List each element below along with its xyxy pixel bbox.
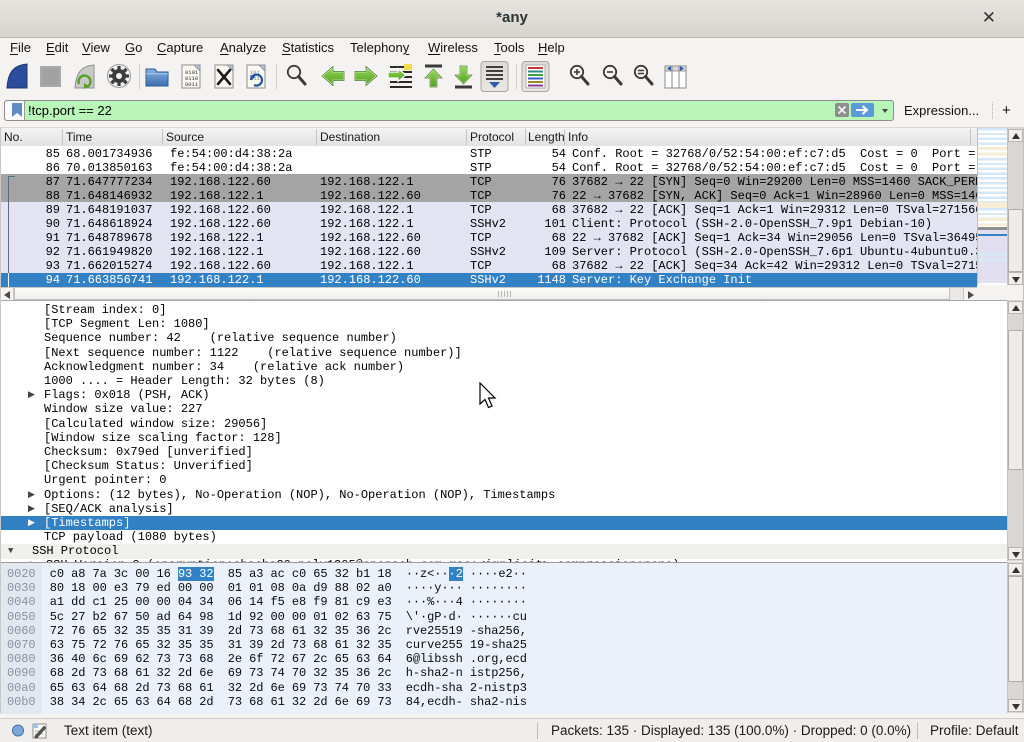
svg-text:0011: 0011 (185, 81, 199, 88)
